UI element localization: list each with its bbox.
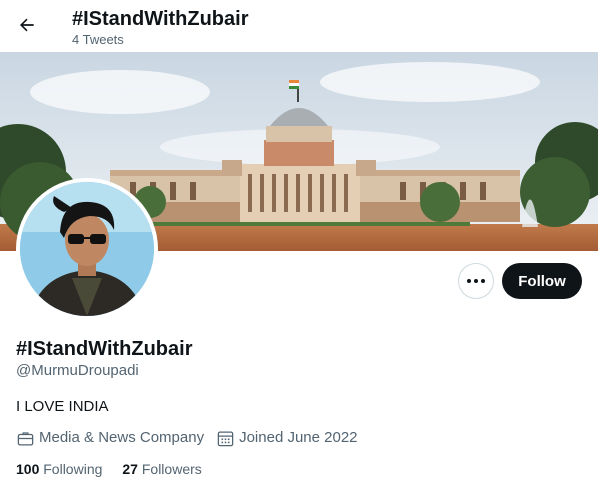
following-count: 100 [16,461,40,477]
more-options-button[interactable] [458,263,494,299]
follow-button[interactable]: Follow [502,263,582,299]
avatar-image [20,182,154,316]
profile-joined: Joined June 2022 [216,428,358,448]
following-label: Following [43,461,103,477]
more-dots-icon [467,279,485,283]
back-button[interactable] [10,8,44,42]
arrow-left-icon [20,18,34,32]
avatar-frame[interactable] [16,178,158,320]
tweet-count: 4 Tweets [72,32,124,47]
profile-display-name: #IStandWithZubair [16,338,193,360]
profile-bio: I LOVE INDIA [16,398,109,415]
avatar [20,182,154,316]
profile-handle: @MurmuDroupadi [16,362,139,379]
profile-stats: 100 Following 27 Followers [16,460,222,478]
calendar-icon [217,431,234,446]
category-label: Media & News Company [39,429,205,446]
followers-link[interactable]: 27 Followers [122,460,201,478]
joined-label: Joined June 2022 [239,429,358,446]
followers-count: 27 [122,461,138,477]
top-bar: #IStandWithZubair 4 Tweets [0,0,598,52]
followers-label: Followers [141,461,202,477]
header-title: #IStandWithZubair [72,8,249,30]
profile-category: Media & News Company [16,428,204,448]
profile-meta: Media & News Company Joined June 2022 [16,428,370,448]
following-link[interactable]: 100 Following [16,460,102,478]
briefcase-icon [17,431,34,445]
